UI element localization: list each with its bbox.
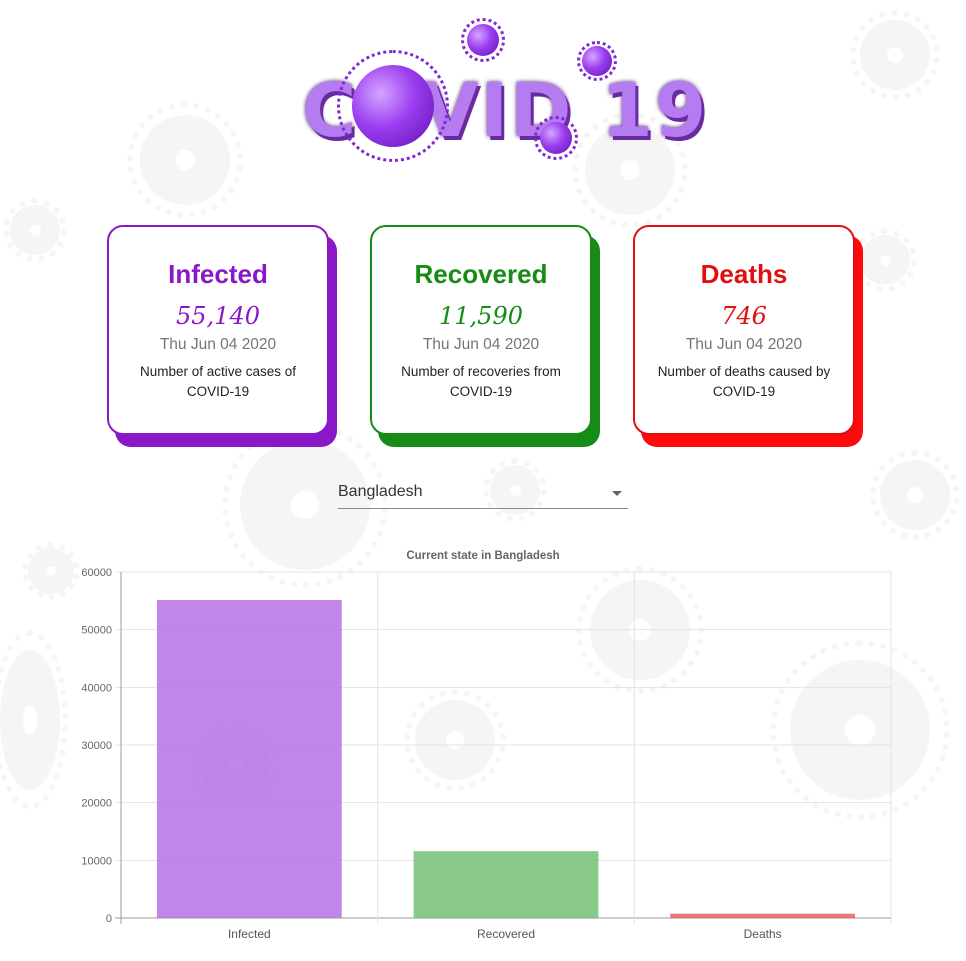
deaths-card-description: Number of deaths caused by COVID-19 [657, 364, 831, 399]
y-tick-label: 60000 [81, 567, 112, 579]
background-virus-icon [870, 450, 960, 540]
deaths-card-value: 746 [721, 302, 767, 330]
bar-infected [156, 600, 342, 918]
background-virus-icon [0, 630, 69, 810]
background-virus-icon [3, 198, 67, 262]
chart-bars [156, 600, 856, 918]
y-tick-label: 30000 [81, 740, 112, 752]
chevron-down-icon [612, 491, 622, 496]
x-tick-label: Infected [228, 927, 271, 941]
y-tick-label: 40000 [81, 682, 112, 694]
y-tick-label: 0 [106, 913, 112, 925]
bar-deaths [670, 913, 856, 918]
recovered-card-description: Number of recoveries from COVID-19 [401, 364, 561, 399]
virus-icon [461, 18, 505, 62]
y-tick-label: 20000 [81, 798, 112, 810]
background-virus-icon [853, 228, 917, 292]
background-virus-icon [127, 102, 243, 218]
bar-chart-svg: Current state in Bangladesh 0 10000 20000 3… [81, 550, 892, 941]
infected-card: Infected 55,140 Thu Jun 04 2020 Number o… [107, 225, 329, 435]
covid19-logo: COVID 19 [290, 10, 706, 175]
bar-chart: Current state in Bangladesh 0 10000 20000 3… [60, 542, 900, 952]
background-virus-icon [850, 10, 940, 100]
x-tick-label: Recovered [477, 927, 535, 941]
y-tick-label: 10000 [81, 855, 112, 867]
infected-card-value: 55,140 [176, 302, 260, 330]
chart-title: Current state in Bangladesh [406, 550, 559, 562]
recovered-card-title: Recovered [414, 259, 548, 289]
virus-icon [576, 40, 618, 82]
infected-card-date: Thu Jun 04 2020 [159, 336, 277, 353]
recovered-card: Recovered 11,590 Thu Jun 04 2020 Number … [370, 225, 592, 435]
country-select[interactable]: Bangladesh [338, 478, 628, 509]
recovered-card-value: 11,590 [439, 302, 523, 330]
virus-icon [534, 116, 578, 160]
recovered-card-date: Thu Jun 04 2020 [422, 336, 540, 353]
deaths-card: Deaths 746 Thu Jun 04 2020 Number of dea… [633, 225, 855, 435]
deaths-card-date: Thu Jun 04 2020 [685, 336, 803, 353]
x-tick-label: Deaths [744, 927, 782, 941]
bar-recovered [413, 851, 599, 918]
country-select-value: Bangladesh [338, 483, 423, 500]
deaths-card-title: Deaths [700, 259, 788, 289]
infected-card-title: Infected [168, 259, 268, 289]
virus-icon [337, 50, 449, 162]
y-tick-label: 50000 [81, 625, 112, 637]
infected-card-description: Number of active cases of COVID-19 [139, 364, 297, 399]
